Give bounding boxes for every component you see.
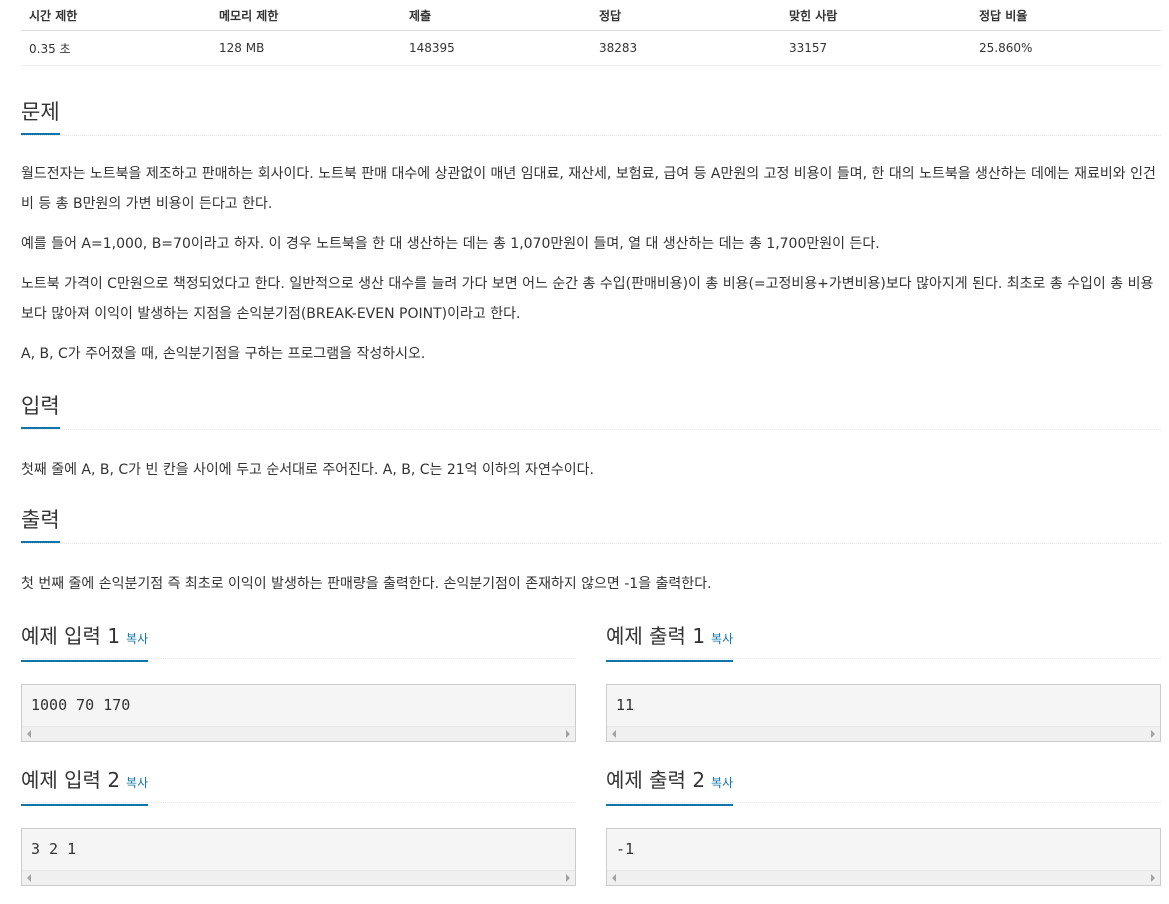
output-title: 출력 xyxy=(21,506,60,543)
scroll-left-arrow-icon[interactable] xyxy=(27,730,31,738)
sample-input-2: 예제 입력 2 복사 3 2 1 xyxy=(21,766,576,886)
sample-input-1-code: 1000 70 170 xyxy=(31,696,131,714)
problem-paragraph: 노트북 가격이 C만원으로 책정되었다고 한다. 일반적으로 생산 대수를 늘려… xyxy=(21,276,1154,322)
memory-limit-value: 128 MB xyxy=(211,30,401,66)
output-description: 첫 번째 줄에 손익분기점 즉 최초로 이익이 발생하는 판매량을 출력한다. … xyxy=(21,569,1161,599)
sample-output-2: 예제 출력 2 복사 -1 xyxy=(606,766,1161,886)
scroll-right-arrow-icon[interactable] xyxy=(566,730,570,738)
table-row: 0.35 초 128 MB 148395 38283 33157 25.860% xyxy=(21,30,1161,66)
scroll-right-arrow-icon[interactable] xyxy=(1151,730,1155,738)
output-headline: 출력 xyxy=(21,506,1161,544)
problem-section: 문제 월드전자는 노트북을 제조하고 판매하는 회사이다. 노트북 판매 대수에… xyxy=(21,98,1161,379)
sample-output-2-title-wrap: 예제 출력 2 복사 xyxy=(606,766,734,806)
problem-paragraph: 예를 들어 A=1,000, B=70이라고 하자. 이 경우 노트북을 한 대… xyxy=(21,236,880,252)
sample-input-2-title: 예제 입력 2 xyxy=(21,768,121,792)
copy-button[interactable]: 복사 xyxy=(711,776,733,790)
copy-button[interactable]: 복사 xyxy=(126,776,148,790)
problem-page: 시간 제한 메모리 제한 제출 정답 맞힌 사람 정답 비율 0.35 초 12… xyxy=(21,0,1161,886)
sample-output-1-title: 예제 출력 1 xyxy=(606,624,706,648)
input-description: 첫째 줄에 A, B, C가 빈 칸을 사이에 두고 순서대로 주어진다. A,… xyxy=(21,455,1161,485)
sample-output-1-box: 11 xyxy=(606,684,1161,742)
sample-input-1-box: 1000 70 170 xyxy=(21,684,576,742)
sample-output-2-title: 예제 출력 2 xyxy=(606,768,706,792)
sample-input-2-headline: 예제 입력 2 복사 xyxy=(21,766,576,806)
accept-ratio-value: 25.860% xyxy=(971,30,1161,66)
sample-input-1-headline: 예제 입력 1 복사 xyxy=(21,622,576,662)
header-accept-ratio: 정답 비율 xyxy=(971,0,1161,31)
sample-output-1: 예제 출력 1 복사 11 xyxy=(606,622,1161,742)
sample-input-2-code: 3 2 1 xyxy=(31,840,77,858)
sample-input-1-title: 예제 입력 1 xyxy=(21,624,121,648)
scroll-left-arrow-icon[interactable] xyxy=(612,874,616,882)
submissions-value: 148395 xyxy=(401,30,591,66)
sample-output-2-box: -1 xyxy=(606,828,1161,886)
input-section: 입력 첫째 줄에 A, B, C가 빈 칸을 사이에 두고 순서대로 주어진다.… xyxy=(21,392,1161,495)
input-headline: 입력 xyxy=(21,392,1161,430)
sample-output-1-title-wrap: 예제 출력 1 복사 xyxy=(606,622,734,662)
sample-output-2-headline: 예제 출력 2 복사 xyxy=(606,766,1161,806)
input-paragraph: 첫째 줄에 A, B, C가 빈 칸을 사이에 두고 순서대로 주어진다. A,… xyxy=(21,462,594,478)
accepted-value: 38283 xyxy=(591,30,781,66)
horizontal-scrollbar[interactable] xyxy=(22,870,575,885)
copy-button[interactable]: 복사 xyxy=(711,632,733,646)
horizontal-scrollbar[interactable] xyxy=(22,726,575,741)
horizontal-scrollbar[interactable] xyxy=(607,726,1160,741)
header-memory-limit: 메모리 제한 xyxy=(211,0,401,31)
copy-button[interactable]: 복사 xyxy=(126,632,148,646)
output-paragraph: 첫 번째 줄에 손익분기점 즉 최초로 이익이 발생하는 판매량을 출력한다. … xyxy=(21,576,712,592)
sample-input-2-title-wrap: 예제 입력 2 복사 xyxy=(21,766,149,806)
header-accepted: 정답 xyxy=(591,0,781,31)
problem-paragraph: A, B, C가 주어졌을 때, 손익분기점을 구하는 프로그램을 작성하시오. xyxy=(21,346,426,362)
scroll-right-arrow-icon[interactable] xyxy=(566,874,570,882)
problem-info-table: 시간 제한 메모리 제한 제출 정답 맞힌 사람 정답 비율 0.35 초 12… xyxy=(21,0,1161,66)
sample-output-1-code: 11 xyxy=(616,696,635,714)
header-solved-users: 맞힌 사람 xyxy=(781,0,971,31)
header-time-limit: 시간 제한 xyxy=(21,0,211,31)
problem-headline: 문제 xyxy=(21,98,1161,136)
header-submissions: 제출 xyxy=(401,0,591,31)
input-title: 입력 xyxy=(21,392,60,429)
problem-description: 월드전자는 노트북을 제조하고 판매하는 회사이다. 노트북 판매 대수에 상관… xyxy=(21,159,1161,369)
sample-input-1: 예제 입력 1 복사 1000 70 170 xyxy=(21,622,576,742)
sample-input-1-title-wrap: 예제 입력 1 복사 xyxy=(21,622,149,662)
sample-output-1-headline: 예제 출력 1 복사 xyxy=(606,622,1161,662)
table-header-row: 시간 제한 메모리 제한 제출 정답 맞힌 사람 정답 비율 xyxy=(21,0,1161,31)
problem-paragraph: 월드전자는 노트북을 제조하고 판매하는 회사이다. 노트북 판매 대수에 상관… xyxy=(21,166,1156,212)
horizontal-scrollbar[interactable] xyxy=(607,870,1160,885)
time-limit-value: 0.35 초 xyxy=(21,30,211,66)
scroll-left-arrow-icon[interactable] xyxy=(27,874,31,882)
scroll-left-arrow-icon[interactable] xyxy=(612,730,616,738)
sample-output-2-code: -1 xyxy=(616,840,635,858)
sample-input-2-box: 3 2 1 xyxy=(21,828,576,886)
problem-title: 문제 xyxy=(21,98,60,135)
scroll-right-arrow-icon[interactable] xyxy=(1151,874,1155,882)
solved-users-value: 33157 xyxy=(781,30,971,66)
output-section: 출력 첫 번째 줄에 손익분기점 즉 최초로 이익이 발생하는 판매량을 출력한… xyxy=(21,506,1161,609)
